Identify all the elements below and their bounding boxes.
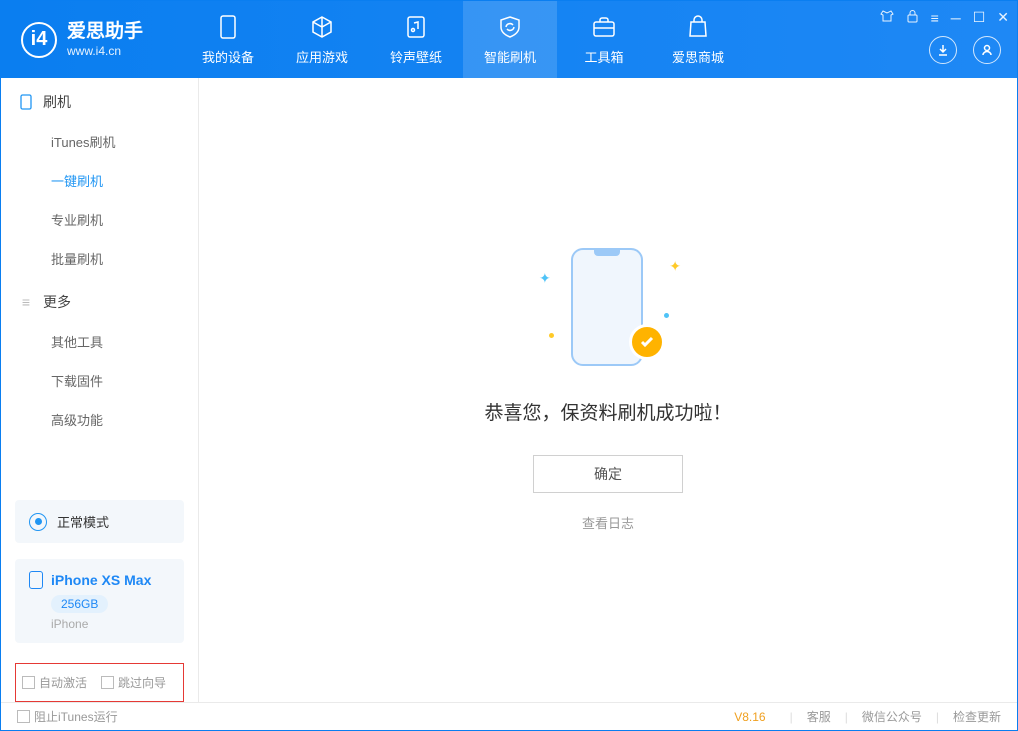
tab-label: 我的设备 [202, 47, 254, 66]
maximize-button[interactable]: ☐ [973, 9, 986, 26]
refresh-shield-icon [496, 13, 524, 41]
support-link[interactable]: 客服 [807, 708, 831, 725]
success-illustration: ✦ ✦ [553, 248, 663, 368]
download-icon[interactable] [929, 36, 957, 64]
header-right-icons [929, 36, 1001, 64]
nav-tabs: 我的设备 应用游戏 铃声壁纸 智能刷机 工具箱 爱思商城 [181, 1, 745, 78]
user-icon[interactable] [973, 36, 1001, 64]
footer: 阻止iTunes运行 V8.16 | 客服 | 微信公众号 | 检查更新 [1, 702, 1017, 730]
tab-label: 铃声壁纸 [390, 47, 442, 66]
ok-button[interactable]: 确定 [533, 455, 683, 493]
main-content: ✦ ✦ 恭喜您，保资料刷机成功啦！ 确定 查看日志 [199, 78, 1017, 702]
logo-text: 爱思助手 www.i4.cn [67, 21, 143, 58]
section-label: 刷机 [43, 92, 71, 112]
logo-area: i4 爱思助手 www.i4.cn [1, 1, 181, 78]
sidebar-section-more: ≡ 更多 [1, 278, 198, 322]
success-message: 恭喜您，保资料刷机成功啦！ [484, 398, 731, 425]
block-itunes-checkbox[interactable]: 阻止iTunes运行 [17, 708, 118, 725]
skip-guide-checkbox[interactable]: 跳过向导 [101, 674, 166, 691]
phone-small-icon [19, 95, 33, 109]
close-button[interactable]: ✕ [997, 9, 1009, 26]
auto-activate-checkbox[interactable]: 自动激活 [22, 674, 87, 691]
window-controls: ≡ ─ ☐ ✕ [880, 9, 1009, 26]
mode-dot-icon [29, 513, 47, 531]
tab-label: 爱思商城 [672, 47, 724, 66]
sidebar-item-download-firmware[interactable]: 下载固件 [1, 361, 198, 400]
device-type: iPhone [51, 617, 170, 631]
minimize-button[interactable]: ─ [951, 10, 961, 26]
dot-icon [549, 333, 554, 338]
tab-smart-flash[interactable]: 智能刷机 [463, 1, 557, 78]
tab-label: 工具箱 [584, 47, 623, 66]
phone-icon [214, 13, 242, 41]
device-phone-icon [29, 571, 43, 589]
view-log-link[interactable]: 查看日志 [582, 513, 634, 532]
bottom-options-highlighted: 自动激活 跳过向导 [15, 663, 184, 702]
version-label: V8.16 [734, 710, 765, 724]
device-card[interactable]: iPhone XS Max 256GB iPhone [15, 559, 184, 643]
mode-label: 正常模式 [57, 512, 109, 531]
header: i4 爱思助手 www.i4.cn 我的设备 应用游戏 铃声壁纸 智能刷机 工具… [1, 1, 1017, 78]
shirt-icon[interactable] [880, 9, 894, 26]
cube-icon [308, 13, 336, 41]
menu-icon[interactable]: ≡ [931, 10, 939, 26]
sparkle-icon: ✦ [669, 258, 681, 275]
sidebar-item-batch-flash[interactable]: 批量刷机 [1, 239, 198, 278]
tab-toolbox[interactable]: 工具箱 [557, 1, 651, 78]
section-label: 更多 [43, 292, 71, 312]
sidebar-item-pro-flash[interactable]: 专业刷机 [1, 200, 198, 239]
dot-icon [664, 313, 669, 318]
sidebar-item-itunes-flash[interactable]: iTunes刷机 [1, 122, 198, 161]
sparkle-icon: ✦ [539, 270, 551, 287]
bag-icon [684, 13, 712, 41]
sidebar-item-oneclick-flash[interactable]: 一键刷机 [1, 161, 198, 200]
music-icon [402, 13, 430, 41]
check-circle-icon [629, 324, 665, 360]
sidebar-item-advanced[interactable]: 高级功能 [1, 400, 198, 439]
tab-label: 应用游戏 [296, 47, 348, 66]
tab-store[interactable]: 爱思商城 [651, 1, 745, 78]
sidebar: 刷机 iTunes刷机 一键刷机 专业刷机 批量刷机 ≡ 更多 其他工具 下载固… [1, 78, 199, 702]
tab-ringtones[interactable]: 铃声壁纸 [369, 1, 463, 78]
sidebar-section-flash: 刷机 [1, 78, 198, 122]
briefcase-icon [590, 13, 618, 41]
tab-apps[interactable]: 应用游戏 [275, 1, 369, 78]
app-url: www.i4.cn [67, 44, 143, 58]
tab-my-device[interactable]: 我的设备 [181, 1, 275, 78]
sidebar-item-other-tools[interactable]: 其他工具 [1, 322, 198, 361]
device-storage-badge: 256GB [51, 595, 108, 613]
logo-icon: i4 [21, 22, 57, 58]
list-icon: ≡ [19, 295, 33, 309]
app-name: 爱思助手 [67, 21, 143, 44]
check-update-link[interactable]: 检查更新 [953, 708, 1001, 725]
device-name: iPhone XS Max [51, 572, 151, 588]
tab-label: 智能刷机 [484, 47, 536, 66]
lock-icon[interactable] [906, 9, 919, 26]
mode-card[interactable]: 正常模式 [15, 500, 184, 543]
wechat-link[interactable]: 微信公众号 [862, 708, 922, 725]
